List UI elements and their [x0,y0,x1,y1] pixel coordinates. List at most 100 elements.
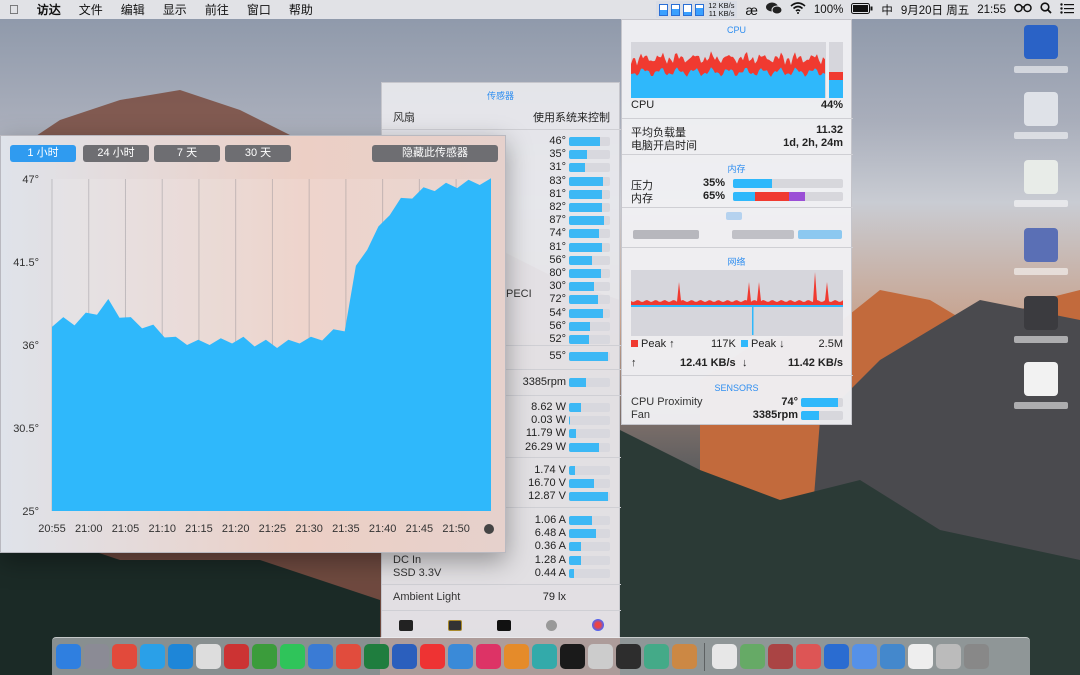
notification-icon[interactable] [1060,2,1074,17]
wechat-icon[interactable] [765,2,783,18]
dock-terminal-icon[interactable] [616,644,641,669]
dock-app-icon[interactable] [936,644,961,669]
dock-app-icon[interactable] [476,644,501,669]
dock-calendar-icon[interactable] [196,644,221,669]
sensor-bar [569,335,610,344]
network-rate-row[interactable]: ↑ 12.41 KB/s ↓ 11.42 KB/s [631,357,843,370]
dock-app-icon[interactable] [644,644,669,669]
dock-chrome-icon[interactable] [112,644,137,669]
sensor-bar-fill [569,282,595,292]
dock-excel-icon[interactable] [364,644,389,669]
sensor-bar-fill [569,555,582,565]
console-icon[interactable] [448,619,463,631]
temp2-bar [569,352,610,361]
desktop-file-icon[interactable] [1024,228,1058,262]
dock-app-icon[interactable] [852,644,877,669]
ambient-light-row[interactable]: Ambient Light 79 lx [382,591,621,604]
hide-sensor-button[interactable]: 隐藏此传感器 [372,145,498,162]
x-tick-label: 20:55 [38,523,66,535]
desktop-file-label [1014,336,1068,343]
fan-value-istat: 3385rpm [752,409,798,421]
menu-edit[interactable]: 编辑 [112,1,154,18]
tab-24-hours[interactable]: 24 小时 [83,145,149,162]
menu-go[interactable]: 前往 [196,1,238,18]
dock-photos-icon[interactable] [448,644,473,669]
dock-word-icon[interactable] [392,644,417,669]
cpu-usage-row[interactable]: CPU 44% [631,99,843,112]
memory-usage-row[interactable]: 内存 65% [631,190,843,205]
sensor-value: 1.74 V [534,464,566,476]
activity-monitor-icon[interactable] [399,619,414,631]
dock-app-icon[interactable] [224,644,249,669]
apple-menu-icon[interactable]:  [0,2,28,17]
search-icon[interactable] [1040,2,1052,17]
battery-percent[interactable]: 100% [814,4,843,16]
sensor-row[interactable]: SSD 3.3V 0.44 A [382,567,621,580]
dock-app-icon[interactable] [336,644,361,669]
wifi-icon[interactable] [790,2,806,17]
dock-finder-icon[interactable] [56,644,81,669]
dock-mail-icon[interactable] [252,644,277,669]
istat-menus-icon[interactable]: 12 KB/s 11 KB/s [656,1,738,18]
dock-qq-icon[interactable] [140,644,165,669]
dock-wechat-icon[interactable] [280,644,305,669]
dock-cloud-icon[interactable] [308,644,333,669]
menu-finder[interactable]: 访达 [28,1,70,18]
input-method-icon[interactable]: 中 [881,2,893,18]
dock-app-icon[interactable] [560,644,585,669]
clock-date[interactable]: 9月20日 周五 [901,2,969,18]
sensor-bar [569,442,610,452]
clock-icon[interactable] [484,524,494,534]
istat-ae-icon[interactable]: æ [745,2,757,18]
dock-app-icon[interactable] [420,644,445,669]
dock-app-icon[interactable] [824,644,849,669]
load-average-row[interactable]: 平均负载量 11.32 [631,124,843,139]
desktop-file-label [1014,402,1068,409]
desktop-file-icon[interactable] [1024,92,1058,126]
menu-window[interactable]: 窗口 [238,1,280,18]
dock-app-icon[interactable] [712,644,737,669]
dock-app-icon[interactable] [588,644,613,669]
memory-pressure-row[interactable]: 压力 35% [631,177,843,192]
tab-1-hour[interactable]: 1 小时 [10,145,76,162]
sensor-bar [569,269,610,278]
tab-7-days[interactable]: 7 天 [154,145,220,162]
dock-app-icon[interactable] [768,644,793,669]
desktop-file-icon[interactable] [1024,362,1058,396]
dock-app-icon[interactable] [504,644,529,669]
disk-utility-icon[interactable] [545,619,557,631]
fan-control-row[interactable]: 风扇 使用系统来控制 [382,109,621,124]
battery-icon[interactable] [851,2,873,17]
dock-app-icon[interactable] [672,644,697,669]
dock-safari-icon[interactable] [168,644,193,669]
dock-app-icon[interactable] [532,644,557,669]
fan-row[interactable]: Fan 3385rpm [631,409,843,422]
uptime-row[interactable]: 电脑开启时间 1d, 2h, 24m [631,137,843,152]
terminal-icon[interactable] [496,619,511,631]
dock-launchpad-icon[interactable] [84,644,109,669]
tab-30-days[interactable]: 30 天 [225,145,291,162]
uptime-label: 电脑开启时间 [631,140,697,152]
desktop-file-icon[interactable] [1024,25,1058,59]
dock-app-icon[interactable] [880,644,905,669]
dock-app-icon[interactable] [740,644,765,669]
dock-app-icon[interactable] [908,644,933,669]
menu-bar:  访达 文件 编辑 显示 前往 窗口 帮助 12 KB/s 11 KB/s æ… [0,0,1080,19]
sensor-bar [569,255,610,265]
cpu-label: CPU [631,99,655,111]
spectacles-icon[interactable] [1014,3,1032,16]
cpu-proximity-row[interactable]: CPU Proximity 74° [631,396,843,409]
sensor-value: 83° [549,174,566,187]
desktop-file-icon[interactable] [1024,296,1058,330]
menu-view[interactable]: 显示 [154,1,196,18]
menu-help[interactable]: 帮助 [280,1,322,18]
cpu-history-graph [631,42,843,98]
dock-app-icon[interactable] [796,644,821,669]
desktop-file-icon[interactable] [1024,160,1058,194]
istat-prefs-icon[interactable] [591,619,604,631]
dock-trash-icon[interactable] [964,644,989,669]
clock-time[interactable]: 21:55 [977,4,1006,16]
menu-file[interactable]: 文件 [70,1,112,18]
status-menus: 12 KB/s 11 KB/s æ 100% 中 9月20日 周五 21:55 [656,0,1074,19]
sensor-row[interactable]: DC In 1.28 A [382,554,621,567]
